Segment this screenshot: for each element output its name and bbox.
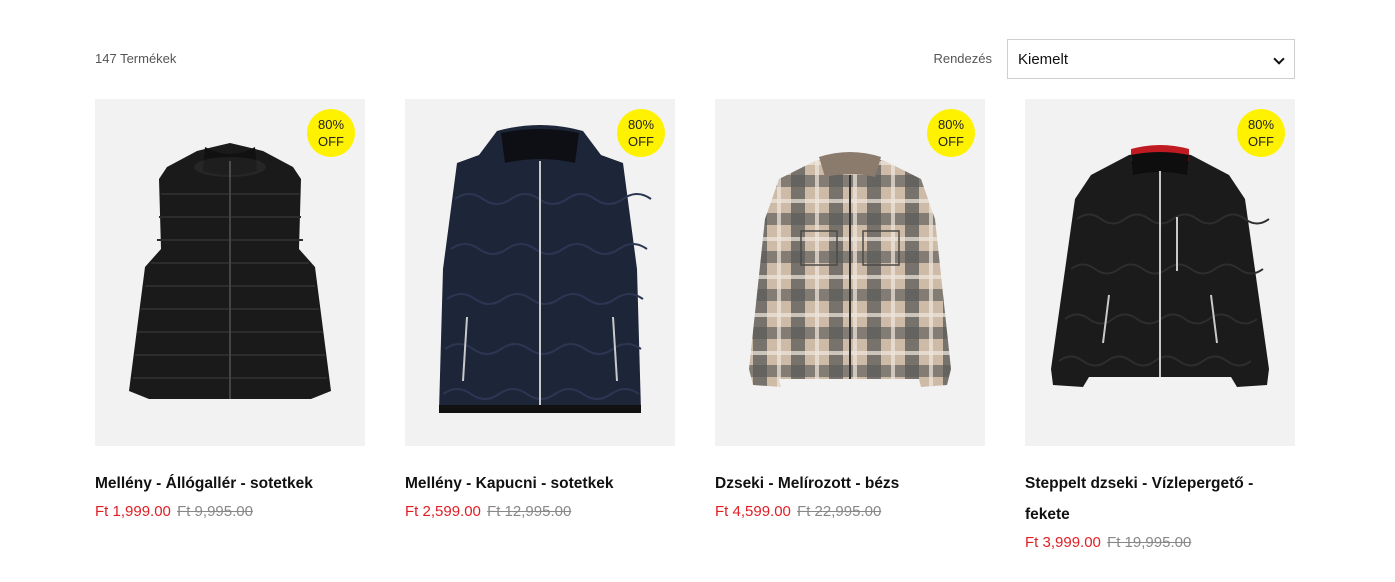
product-title[interactable]: Dzseki - Melírozott - bézs	[715, 468, 965, 499]
product-title[interactable]: Mellény - Állógallér - sotetkek	[95, 468, 345, 499]
discount-badge: 80% OFF	[927, 109, 975, 157]
product-image[interactable]: 80% OFF	[1025, 99, 1295, 446]
sale-price: Ft 1,999.00	[95, 503, 171, 520]
discount-badge: 80% OFF	[1237, 109, 1285, 157]
sale-price: Ft 3,999.00	[1025, 534, 1101, 551]
product-title[interactable]: Steppelt dzseki - Vízlepergető - fekete	[1025, 468, 1275, 530]
badge-off: OFF	[1248, 134, 1274, 149]
badge-percent: 80%	[627, 117, 655, 132]
product-price: Ft 1,999.00 Ft 9,995.00	[95, 503, 365, 520]
original-price: Ft 19,995.00	[1107, 534, 1192, 551]
badge-percent: 80%	[937, 117, 965, 132]
product-image[interactable]: 80% OFF	[405, 99, 675, 446]
sort-label: Rendezés	[933, 51, 992, 66]
product-title[interactable]: Mellény - Kapucni - sotetkek	[405, 468, 655, 499]
product-price: Ft 3,999.00 Ft 19,995.00	[1025, 534, 1295, 551]
badge-off: OFF	[628, 134, 654, 149]
original-price: Ft 22,995.00	[797, 503, 882, 520]
product-card[interactable]: 80% OFF Mellény - Kapucni - sotetkek Ft …	[405, 99, 675, 520]
product-price: Ft 2,599.00 Ft 12,995.00	[405, 503, 675, 520]
badge-percent: 80%	[317, 117, 345, 132]
discount-badge: 80% OFF	[307, 109, 355, 157]
product-image[interactable]: 80% OFF	[95, 99, 365, 446]
product-price: Ft 4,599.00 Ft 22,995.00	[715, 503, 985, 520]
discount-badge: 80% OFF	[617, 109, 665, 157]
badge-off: OFF	[318, 134, 344, 149]
product-card[interactable]: 80% OFF Mellény - Állógallér - sotetkek …	[95, 99, 365, 520]
sort-selected-value: Kiemelt	[1018, 50, 1069, 68]
badge-off: OFF	[938, 134, 964, 149]
sale-price: Ft 4,599.00	[715, 503, 791, 520]
sale-price: Ft 2,599.00	[405, 503, 481, 520]
badge-percent: 80%	[1247, 117, 1275, 132]
original-price: Ft 9,995.00	[177, 503, 253, 520]
sort-select[interactable]: Kiemelt	[1007, 39, 1295, 79]
original-price: Ft 12,995.00	[487, 503, 572, 520]
product-count: 147 Termékek	[95, 51, 177, 66]
product-image[interactable]: 80% OFF	[715, 99, 985, 446]
chevron-down-icon	[1273, 53, 1285, 65]
product-card[interactable]: 80% OFF Steppelt dzseki - Vízlepergető -…	[1025, 99, 1295, 551]
product-card[interactable]: 80% OFF Dzseki - Melírozott - bézs Ft 4,…	[715, 99, 985, 520]
collection-toolbar: 147 Termékek Rendezés Kiemelt	[95, 39, 1295, 79]
